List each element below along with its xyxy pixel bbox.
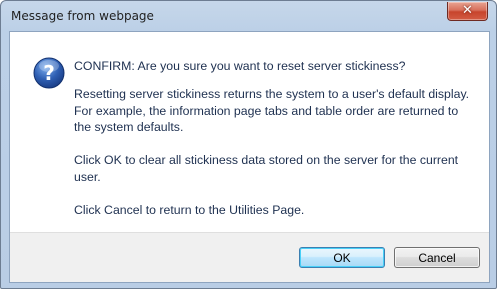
question-icon: ? [33,57,65,89]
cancel-button[interactable]: Cancel [394,247,480,268]
close-icon: ✕ [462,3,473,18]
title-bar[interactable]: Message from webpage ✕ [1,1,496,31]
dialog-window: Message from webpage ✕ ? CONFIRM: Are yo… [0,0,497,289]
message-paragraph-2: Click OK to clear all stickiness data st… [74,153,459,184]
message-paragraph-3: Click Cancel to return to the Utilities … [74,202,305,217]
dialog-title: Message from webpage [11,9,154,23]
svg-text:?: ? [43,61,55,85]
confirm-question: CONFIRM: Are you sure you want to reset … [74,59,406,73]
ok-button[interactable]: OK [299,247,385,268]
close-button[interactable]: ✕ [447,2,488,21]
message-paragraph-1: Resetting server stickiness returns the … [74,87,470,134]
message-text: CONFIRM: Are you sure you want to reset … [74,58,474,235]
button-bar: OK Cancel [10,232,489,282]
message-area: ? CONFIRM: Are you sure you want to rese… [10,32,489,232]
dialog-client-area: ? CONFIRM: Are you sure you want to rese… [9,31,490,283]
